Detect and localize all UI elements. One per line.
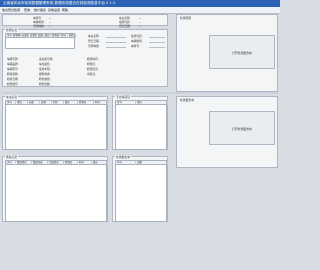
grid4-col-3: 整改内容 (32, 161, 48, 165)
grid4-col-5: 检测员 (64, 161, 78, 165)
form-row-2-c: 检测员: (87, 62, 96, 66)
form-row-2-a: 车辆品牌: (7, 62, 19, 66)
form-row-4-c: 审核员: (87, 72, 96, 76)
open-report-button-2[interactable]: 打开检测报告单 (209, 111, 275, 145)
grid4-col-6: 时间 (78, 161, 92, 165)
form-row-4-b: 燃料种类: (39, 72, 51, 76)
test-info-grid-header: 序号 检测项 标准值 实测值 结果 备注 检测员 时间 复检 (6, 34, 76, 38)
frame1-right-label-4: 车辆类型: (131, 39, 143, 43)
failed-items-frame: 不合格项目 序号 项目 (112, 95, 168, 150)
frame1-right-label-6: 车牌号: (131, 44, 140, 48)
menu-item-5[interactable]: 系统设置 (48, 7, 60, 13)
result-legend: 车主信息 (5, 95, 19, 99)
rectify-grid[interactable]: 序号 整改项目 整改内容 完成情况 检测员 时间 备注 (5, 160, 108, 222)
frame1-right-field-6[interactable] (149, 44, 165, 48)
form-row-2-b: 车身颜色: (39, 62, 51, 66)
grid2-col-4: 实测 (40, 101, 52, 105)
grid2-col-8: 时间 (94, 101, 108, 105)
frame1-right-label-1: 车主名称: (88, 34, 100, 38)
right-panel-2-legend: 检测报告单 (179, 98, 195, 102)
grid3-col-1: 序号 (116, 101, 136, 105)
open-report-button-1[interactable]: 打开检测报告单 (209, 35, 275, 69)
grid5-col-2: 金额 (136, 161, 168, 165)
grid1-col-3: 标准值 (22, 34, 29, 38)
header-panel: 0 车牌号: -- 车辆类型: -- 号牌种类: -- 车主名称: -- 使用性… (2, 14, 168, 38)
fee-frame: 检测报告单 序号 金额 (112, 155, 168, 222)
fee-grid-header: 序号 金额 (116, 161, 168, 165)
fee-legend: 检测报告单 (115, 155, 131, 159)
frame1-right-field-1[interactable] (106, 34, 126, 38)
grid4-col-4: 完成情况 (48, 161, 64, 165)
grid2-col-5: 判定 (52, 101, 64, 105)
grid4-col-2: 整改项目 (16, 161, 32, 165)
header-value-3: -- (49, 24, 51, 28)
grid2-col-1: 序号 (6, 101, 16, 105)
fee-grid[interactable]: 序号 金额 (115, 160, 168, 222)
grid1-col-6: 备注 (45, 34, 51, 38)
grid1-col-2: 检测项 (13, 34, 21, 38)
grid1-col-7: 检测员 (52, 34, 60, 38)
menu-item-6[interactable]: 帮助 (62, 7, 68, 13)
rectify-frame: 整改记录 序号 整改项目 整改内容 完成情况 检测员 时间 备注 (2, 155, 108, 222)
menu-item-1[interactable]: 信息登记 (2, 7, 14, 13)
right-panel-1-legend: 检测结果 (179, 16, 193, 20)
frame1-right-field-3[interactable] (106, 39, 126, 43)
test-info-grid[interactable]: 序号 检测项 标准值 实测值 结果 备注 检测员 时间 复检 (5, 33, 76, 49)
right-panel-2: 检测报告单 打开检测报告单 (176, 96, 278, 168)
failed-items-legend: 不合格项目 (115, 95, 131, 99)
right-panel-1: 检测结果 打开检测报告单 (176, 14, 278, 92)
menu-item-3[interactable]: 查询 (24, 7, 30, 13)
form-row-3-b: 使用年限: (39, 67, 51, 71)
frame1-right-label-2: 使用性质: (131, 34, 143, 38)
frame1-right-label-3: 登记日期: (88, 39, 100, 43)
grid2-col-7: 检测员 (78, 101, 94, 105)
header-right-label-3: 登记日期: (119, 24, 131, 28)
form-row-6-a: 检测线号: (7, 82, 19, 86)
result-grid[interactable]: 序号 项目 标准 实测 判定 备注 检测员 时间 (5, 100, 108, 150)
frame1-right-field-4[interactable] (149, 39, 165, 43)
grid2-col-2: 项目 (16, 101, 28, 105)
form-row-4-a: 检验机构: (7, 72, 19, 76)
window-title: 云南省机动车检测数据管理系统-数据系统整合在线检测信息平台 V 1.0 (0, 0, 280, 7)
form-row-1-b: 发动机号码: (39, 57, 54, 61)
grid1-col-5: 结果 (38, 34, 44, 38)
grid4-col-1: 序号 (6, 161, 16, 165)
form-row-6-b: 检测次数: (39, 82, 51, 86)
header-label-3: 号牌种类: (33, 24, 45, 28)
frame1-right-field-5[interactable] (106, 44, 126, 48)
menu-item-2[interactable]: 检测 (14, 7, 20, 13)
menu-bar: 信息登记 检测 查询 统计报表 系统设置 帮助 (0, 7, 280, 14)
rectify-grid-header: 序号 整改项目 整改内容 完成情况 检测员 时间 备注 (6, 161, 108, 165)
frame1-right-label-5: 号牌种类: (88, 44, 100, 48)
form-row-3-a: 车辆型号: (7, 67, 19, 71)
failed-items-grid[interactable]: 序号 项目 (115, 100, 168, 150)
grid3-col-2: 项目 (136, 101, 168, 105)
grid2-col-6: 备注 (64, 101, 78, 105)
splitter-horizontal-1[interactable] (2, 92, 278, 94)
test-info-legend: 检测信息 (5, 28, 19, 32)
result-grid-header: 序号 项目 标准 实测 判定 备注 检测员 时间 (6, 101, 108, 105)
form-row-5-b: 检验类别: (39, 77, 51, 81)
frame1-right-field-2[interactable] (149, 34, 165, 38)
rectify-legend: 整改记录 (5, 155, 19, 159)
form-row-1-a: 车辆号牌: (7, 57, 19, 61)
result-frame: 车主信息 序号 项目 标准 实测 判定 备注 检测员 时间 (2, 95, 108, 150)
grid4-col-7: 备注 (92, 161, 108, 165)
form-row-1-c: 检测时间: (87, 57, 99, 61)
grid1-col-4: 实测值 (30, 34, 37, 38)
header-right-value-3: -- (139, 24, 141, 28)
form-row-5-a: 检验日期: (7, 77, 19, 81)
grid5-col-1: 序号 (116, 161, 136, 165)
failed-items-grid-header: 序号 项目 (116, 101, 168, 105)
menu-item-4[interactable]: 统计报表 (34, 7, 46, 13)
test-info-frame: 检测信息 序号 检测项 标准值 实测值 结果 备注 检测员 时间 复检 车主名称… (2, 28, 168, 87)
grid1-col-8: 时间 (60, 34, 68, 38)
form-row-3-c: 检测结论: (87, 67, 99, 71)
grid1-col-9: 复检 (68, 34, 76, 38)
grid2-col-3: 标准 (28, 101, 40, 105)
